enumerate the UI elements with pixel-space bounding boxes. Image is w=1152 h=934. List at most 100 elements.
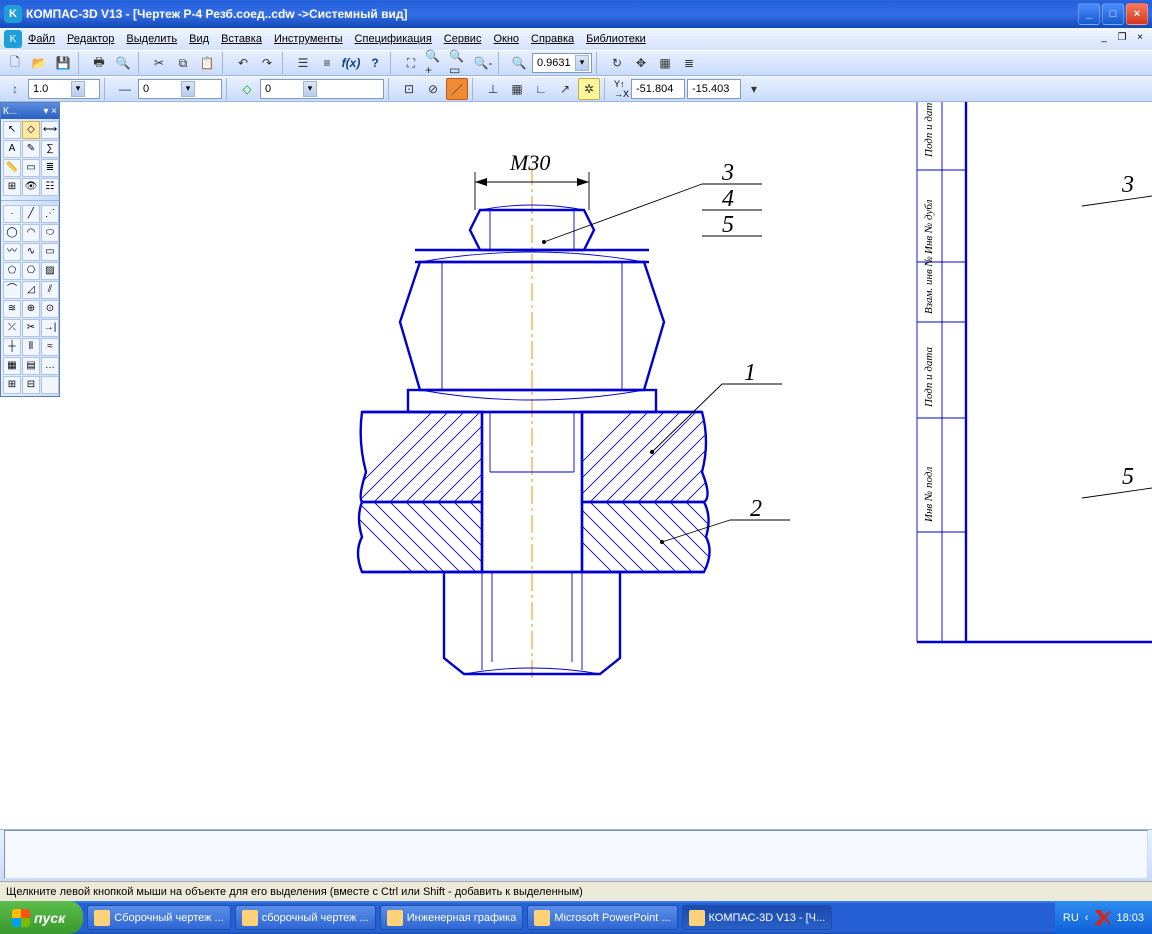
ortho-button[interactable]: ⊥ (482, 78, 504, 100)
layer-combo[interactable]: 0▾ (260, 79, 384, 99)
menu-spec[interactable]: Спецификация (349, 31, 438, 47)
zoom-in-button[interactable]: 🔍+ (424, 52, 446, 74)
lcs-button[interactable]: ↗ (554, 78, 576, 100)
taskbar-item[interactable]: Сборочный чертеж ... (87, 905, 230, 930)
copy-button[interactable]: ⧉ (172, 52, 194, 74)
geo-trim[interactable]: ✂ (22, 319, 40, 337)
layer-icon[interactable]: ◇ (236, 78, 258, 100)
kaspersky-icon[interactable] (1094, 910, 1110, 926)
step-combo[interactable]: 0▾ (138, 79, 222, 99)
tool-view[interactable]: 👁 (22, 178, 40, 196)
open-button[interactable]: 📂 (28, 52, 50, 74)
redo-button[interactable]: ↷ (256, 52, 278, 74)
geo-a[interactable]: ⊞ (3, 376, 21, 394)
tool-measure[interactable]: 📏 (3, 159, 21, 177)
geo-more[interactable]: … (41, 357, 59, 375)
linestyle-icon[interactable]: — (114, 78, 136, 100)
menu-libs[interactable]: Библиотеки (580, 31, 652, 47)
mdi-minimize-button[interactable]: _ (1096, 32, 1112, 46)
geo-ellipse[interactable]: ⬭ (41, 224, 59, 242)
snap-mid-button[interactable]: ⊘ (422, 78, 444, 100)
grid-button[interactable]: ▦ (506, 78, 528, 100)
geo-hatch[interactable]: ▨ (41, 262, 59, 280)
geo-offset[interactable]: ⫽ (41, 281, 59, 299)
minimize-button[interactable]: _ (1078, 3, 1100, 25)
geo-aux[interactable]: ⋰ (41, 205, 59, 223)
geo-fillet[interactable]: ⌒ (3, 281, 21, 299)
snap-end-button[interactable]: ⊡ (398, 78, 420, 100)
tool-param[interactable]: ∑ (41, 140, 59, 158)
coord-y-field[interactable]: -15.403 (687, 79, 741, 99)
redraw-button[interactable]: ↻ (606, 52, 628, 74)
geo-b[interactable]: ⊟ (22, 376, 40, 394)
tool-sel[interactable]: ▭ (22, 159, 40, 177)
tool-text[interactable]: A (3, 140, 21, 158)
geo-multi[interactable]: ⦀ (22, 338, 40, 356)
geo-arc[interactable]: ◠ (22, 224, 40, 242)
snap-toggle-button[interactable]: ✲ (578, 78, 600, 100)
menu-select[interactable]: Выделить (120, 31, 183, 47)
geo-proj[interactable]: ⊙ (41, 300, 59, 318)
tool-arrow[interactable]: ↖ (3, 121, 21, 139)
axis-button[interactable]: ∟ (530, 78, 552, 100)
geo-table[interactable]: ▦ (3, 357, 21, 375)
tray-chevron-icon[interactable]: ‹ (1085, 912, 1089, 924)
props-button[interactable]: ☰ (292, 52, 314, 74)
print-button[interactable]: 🖶 (88, 52, 110, 74)
pan-button[interactable]: ✥ (630, 52, 652, 74)
paste-button[interactable]: 📋 (196, 52, 218, 74)
zoom-scale-icon[interactable]: 🔍 (508, 52, 530, 74)
geo-equid[interactable]: ≋ (3, 300, 21, 318)
menu-tools[interactable]: Инструменты (268, 31, 349, 47)
app-menu-icon[interactable]: K (4, 30, 22, 48)
menu-window[interactable]: Окно (487, 31, 525, 47)
zoom-window-button[interactable]: 🔍▭ (448, 52, 470, 74)
coord-lock-button[interactable]: ▾ (743, 78, 765, 100)
preview-button[interactable]: 🔍 (112, 52, 134, 74)
zoom-combo[interactable]: 0.9631▾ (532, 53, 592, 73)
geo-poly[interactable]: ⬠ (3, 262, 21, 280)
geo-line[interactable]: ╱ (22, 205, 40, 223)
menu-service[interactable]: Сервис (438, 31, 488, 47)
tool-assoc[interactable]: ⊞ (3, 178, 21, 196)
menu-help[interactable]: Справка (525, 31, 580, 47)
system-tray[interactable]: RU ‹ 18:03 (1055, 901, 1152, 934)
undo-button[interactable]: ↶ (232, 52, 254, 74)
taskbar-item[interactable]: сборочный чертеж ... (235, 905, 376, 930)
menu-view[interactable]: Вид (183, 31, 215, 47)
snap-active-button[interactable]: ／ (446, 78, 468, 100)
geo-axis[interactable]: ┼ (3, 338, 21, 356)
geo-contour[interactable]: ⎔ (22, 262, 40, 280)
geo-extend[interactable]: →| (41, 319, 59, 337)
coord-x-field[interactable]: -51.804 (631, 79, 685, 99)
start-button[interactable]: пуск (0, 901, 83, 934)
linetype-icon[interactable]: ↕ (4, 78, 26, 100)
geo-wave[interactable]: ≈ (41, 338, 59, 356)
tool-dim[interactable]: ⟷ (41, 121, 59, 139)
save-button[interactable]: 💾 (52, 52, 74, 74)
geo-spline[interactable]: 〰 (3, 243, 21, 261)
clock[interactable]: 18:03 (1116, 912, 1144, 924)
maximize-button[interactable]: □ (1102, 3, 1124, 25)
close-button[interactable]: × (1126, 3, 1148, 25)
geo-bezier[interactable]: ∿ (22, 243, 40, 261)
geo-circle[interactable]: ◯ (3, 224, 21, 242)
zoom-out-button[interactable]: 🔍- (472, 52, 494, 74)
cut-button[interactable]: ✂ (148, 52, 170, 74)
help-button[interactable]: ? (364, 52, 386, 74)
lineweight-combo[interactable]: 1.0▾ (28, 79, 100, 99)
taskbar-item[interactable]: КОМПАС-3D V13 - [Ч... (682, 905, 833, 930)
geo-collect[interactable]: ⊕ (22, 300, 40, 318)
geo-stamp[interactable]: ▤ (22, 357, 40, 375)
new-button[interactable]: 🗋 (4, 52, 26, 74)
menu-edit[interactable]: Редактор (61, 31, 120, 47)
palette-pin-icon[interactable]: ▾ × (43, 106, 57, 117)
menu-insert[interactable]: Вставка (215, 31, 268, 47)
menu-file[interactable]: Файл (22, 31, 61, 47)
tool-edit[interactable]: ✎ (22, 140, 40, 158)
geo-chamfer[interactable]: ◿ (22, 281, 40, 299)
geo-c[interactable] (41, 376, 59, 394)
layers-button[interactable]: ≣ (678, 52, 700, 74)
fx-button[interactable]: f(x) (340, 52, 362, 74)
drawing-canvas[interactable]: .thk{stroke:#0000d0;stroke-width:2.4;fil… (62, 102, 1152, 829)
